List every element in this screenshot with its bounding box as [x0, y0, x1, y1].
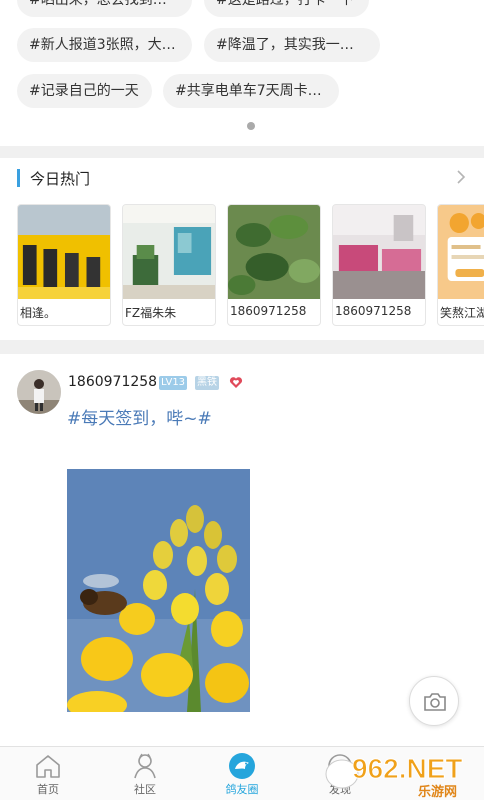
tab-label: 鸽友圈: [225, 783, 259, 796]
hot-card[interactable]: 1860971258: [332, 204, 426, 326]
hot-card-image: [123, 205, 215, 299]
pigeon-circle-icon: [229, 753, 255, 779]
section-divider: [0, 146, 484, 158]
tab-community[interactable]: 社区: [105, 747, 185, 800]
hot-card-caption: FZ福朱朱: [125, 306, 177, 320]
watermark-logo: 962.NET 乐游网: [325, 753, 463, 800]
hot-card-caption: 笑熬江湖: [440, 306, 484, 320]
rank-badge: 黑铁: [195, 376, 219, 390]
hot-card[interactable]: 1860971258: [227, 204, 321, 326]
topic-chip[interactable]: #新人报道3张照，大…: [17, 28, 192, 62]
hot-title: 今日热门: [30, 170, 91, 188]
post-hashtag[interactable]: #每天签到，哔~#: [67, 404, 212, 429]
pager-dot[interactable]: [247, 122, 255, 130]
tab-label: 首页: [37, 783, 59, 796]
hot-card-caption: 1860971258: [335, 304, 412, 318]
tab-pigeon-circle[interactable]: 鸽友圈: [202, 747, 282, 800]
section-divider: [0, 340, 484, 354]
chevron-right-icon[interactable]: [454, 170, 468, 184]
avatar[interactable]: [17, 370, 61, 414]
community-icon: [134, 753, 156, 779]
topic-chip[interactable]: #降温了，其实我一…: [204, 28, 380, 62]
hot-card[interactable]: FZ福朱朱: [122, 204, 216, 326]
hot-card-caption: 1860971258: [230, 304, 307, 318]
home-icon: [36, 755, 60, 778]
hot-card-image: [18, 205, 110, 299]
topic-chip[interactable]: #晒出来，总会找到…: [17, 0, 192, 17]
hot-header[interactable]: 今日热门: [0, 158, 484, 200]
hot-card[interactable]: 笑熬江湖: [437, 204, 484, 326]
heart-icon: [229, 377, 243, 388]
topic-chip[interactable]: #共享电单车7天周卡…: [163, 74, 339, 108]
watermark-brand: 962.NET: [352, 753, 463, 784]
hot-card-image: [228, 205, 320, 299]
watermark-sub: 乐游网: [418, 784, 457, 800]
tab-label: 社区: [134, 783, 156, 796]
topic-chip[interactable]: #记录自己的一天: [17, 74, 152, 108]
hot-card-caption: 相逢。: [20, 306, 57, 320]
level-badge: LV13: [159, 376, 188, 390]
camera-icon: [424, 693, 446, 711]
section-accent-bar: [17, 169, 20, 187]
hot-card-image: [438, 205, 484, 299]
hot-card[interactable]: 相逢。: [17, 204, 111, 326]
tab-home[interactable]: 首页: [8, 747, 88, 800]
feed-post: 1860971258 LV13 黑铁 #每天签到，哔~#: [0, 354, 484, 746]
topic-chips: #晒出来，总会找到… #这是路过，打卡一下 #新人报道3张照，大… #降温了，其…: [0, 0, 484, 146]
topic-chip[interactable]: #这是路过，打卡一下: [204, 0, 369, 17]
hot-card-image: [333, 205, 425, 299]
username[interactable]: 1860971258: [68, 374, 157, 390]
post-photo[interactable]: [67, 469, 250, 712]
camera-button[interactable]: [409, 676, 459, 726]
